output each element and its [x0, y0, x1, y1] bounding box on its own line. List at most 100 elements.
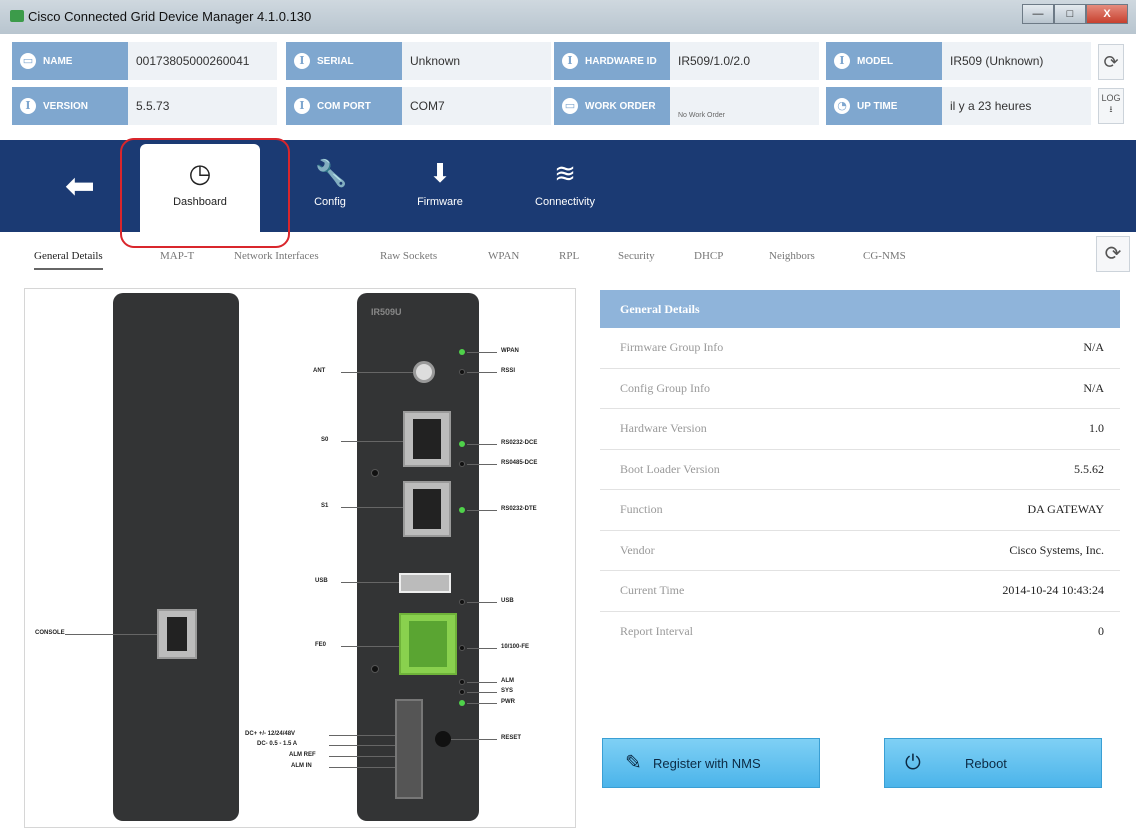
- pwr-label: PWR: [501, 699, 515, 705]
- download-icon: ⭳: [1109, 104, 1113, 114]
- close-button[interactable]: X: [1086, 4, 1128, 24]
- tab-wpan[interactable]: WPAN: [488, 250, 519, 262]
- info-model: i Model IR509 (Unknown): [826, 42, 1092, 80]
- device-diagram: CONSOLE IR509U ANT WPAN RSSI S0 S1 RS023…: [24, 288, 576, 828]
- fe-label: 10/100-FE: [501, 644, 530, 650]
- model-label: Model: [857, 55, 894, 67]
- s1-label: S1: [321, 503, 329, 509]
- nav-connectivity-label: Connectivity: [535, 196, 595, 208]
- comport-value: COM7: [402, 87, 552, 125]
- alm-label: ALM: [501, 678, 514, 684]
- rs485dce-label: RS0485-DCE: [501, 460, 538, 466]
- info-icon: i: [294, 98, 310, 114]
- s0-port: [403, 411, 451, 467]
- nav-dashboard-label: Dashboard: [173, 196, 227, 208]
- s0-label: S0: [321, 437, 329, 443]
- nav-dashboard[interactable]: ◷ Dashboard: [140, 144, 260, 232]
- rs232dce-label: RS0232-DCE: [501, 440, 538, 446]
- nav-firmware-label: Firmware: [417, 196, 463, 208]
- info-icon: i: [20, 98, 36, 114]
- workorder-label: Work Order: [585, 100, 656, 112]
- chassis-left: [113, 293, 239, 821]
- uptime-value: il y a 23 heures: [942, 87, 1092, 125]
- info-workorder: ▭ Work Order No Work Order: [554, 87, 820, 125]
- detail-tabs: General Details MAP-T Network Interfaces…: [12, 240, 1092, 276]
- nav-connectivity[interactable]: ≋ Connectivity: [505, 144, 625, 232]
- name-label: Name: [43, 55, 73, 67]
- console-port: [157, 609, 197, 659]
- register-with-nms-button[interactable]: ✎ Register with NMS: [602, 738, 820, 788]
- wpan-label: WPAN: [501, 348, 519, 354]
- device-icon: ▭: [20, 53, 36, 69]
- minimize-button[interactable]: —: [1022, 4, 1054, 24]
- clock-icon: ◔: [834, 98, 850, 114]
- usb-right-label: USB: [501, 598, 514, 604]
- reboot-button[interactable]: ⏻ Reboot: [884, 738, 1102, 788]
- info-version: i Version 5.5.73: [12, 87, 278, 125]
- info-serial: i Serial Unknown: [286, 42, 552, 80]
- maximize-button[interactable]: □: [1054, 4, 1086, 24]
- wifi-icon: ≋: [554, 158, 576, 188]
- tab-neighbors[interactable]: Neighbors: [769, 250, 815, 262]
- info-hardware: i Hardware ID IR509/1.0/2.0: [554, 42, 820, 80]
- tab-rpl[interactable]: RPL: [559, 250, 579, 262]
- power-label-3: ALM REF: [289, 752, 316, 758]
- tab-raw-sockets[interactable]: Raw Sockets: [380, 250, 437, 262]
- nav-config[interactable]: 🔧 Config: [270, 144, 390, 232]
- sys-label: SYS: [501, 688, 514, 694]
- rssi-label: RSSI: [501, 368, 516, 374]
- info-icon: i: [294, 53, 310, 69]
- nav-config-label: Config: [314, 196, 346, 208]
- console-label: CONSOLE: [35, 630, 65, 636]
- detail-row: Vendor Cisco Systems, Inc.: [600, 531, 1120, 571]
- serial-label: Serial: [317, 55, 354, 67]
- info-icon: i: [834, 53, 850, 69]
- reboot-label: Reboot: [965, 755, 1007, 771]
- nav-firmware[interactable]: ⬇ Firmware: [380, 144, 500, 232]
- info-comport: i Com Port COM7: [286, 87, 552, 125]
- version-label: Version: [43, 100, 89, 112]
- tab-cg-nms[interactable]: CG-NMS: [863, 250, 906, 262]
- back-arrow-icon[interactable]: ⬅: [60, 166, 100, 206]
- serial-value: Unknown: [402, 42, 552, 80]
- detail-row: Boot Loader Version 5.5.62: [600, 450, 1120, 490]
- version-value: 5.5.73: [128, 87, 278, 125]
- tab-map-t[interactable]: MAP-T: [160, 250, 194, 262]
- app-logo-icon: [10, 10, 24, 22]
- model-value: IR509 (Unknown): [942, 42, 1092, 80]
- usb-port: [399, 573, 451, 593]
- window-controls: — □ X: [1022, 4, 1128, 24]
- power-label-4: ALM IN: [291, 763, 312, 769]
- power-terminal: [395, 699, 423, 799]
- reset-label: RESET: [501, 735, 522, 741]
- refresh-icon[interactable]: ⟳: [1096, 236, 1130, 272]
- tab-security[interactable]: Security: [618, 250, 655, 262]
- detail-row: Current Time 2014-10-24 10:43:24: [600, 571, 1120, 612]
- model-label: IR509U: [371, 307, 402, 317]
- info-icon: i: [562, 53, 578, 69]
- wpan-led: [459, 349, 465, 355]
- tab-general-details[interactable]: General Details: [34, 250, 103, 270]
- usb-left-label: USB: [315, 578, 328, 584]
- rs232dte-label: RS0232-DTE: [501, 506, 537, 512]
- power-icon: ⏻: [905, 752, 921, 774]
- log-label: LOG: [1101, 93, 1121, 103]
- ant-label: ANT: [313, 368, 326, 374]
- window-title: Cisco Connected Grid Device Manager 4.1.…: [28, 9, 312, 24]
- detail-row: Config Group Info N/A: [600, 369, 1120, 409]
- main-nav-bar: ⬅ ◷ Dashboard 🔧 Config ⬇ Firmware ≋ Conn…: [0, 140, 1136, 232]
- antenna-connector: [413, 361, 435, 383]
- rssi-led: [459, 369, 465, 375]
- tab-network-interfaces[interactable]: Network Interfaces: [234, 250, 319, 262]
- power-label-2: DC- 0.5 - 1.5 A: [257, 741, 298, 747]
- log-download-button[interactable]: LOG ⭳: [1098, 88, 1124, 124]
- tab-dhcp[interactable]: DHCP: [694, 250, 723, 262]
- comport-label: Com Port: [317, 100, 371, 112]
- register-label: Register with NMS: [653, 755, 761, 771]
- workorder-value: No Work Order: [670, 87, 820, 125]
- fe0-label: FE0: [315, 642, 327, 648]
- detail-row: Firmware Group Info N/A: [600, 328, 1120, 369]
- general-details-panel: General Details Firmware Group Info N/A C…: [600, 290, 1120, 690]
- refresh-info-icon[interactable]: ⟳: [1098, 44, 1124, 80]
- uptime-label: Up Time: [857, 100, 898, 112]
